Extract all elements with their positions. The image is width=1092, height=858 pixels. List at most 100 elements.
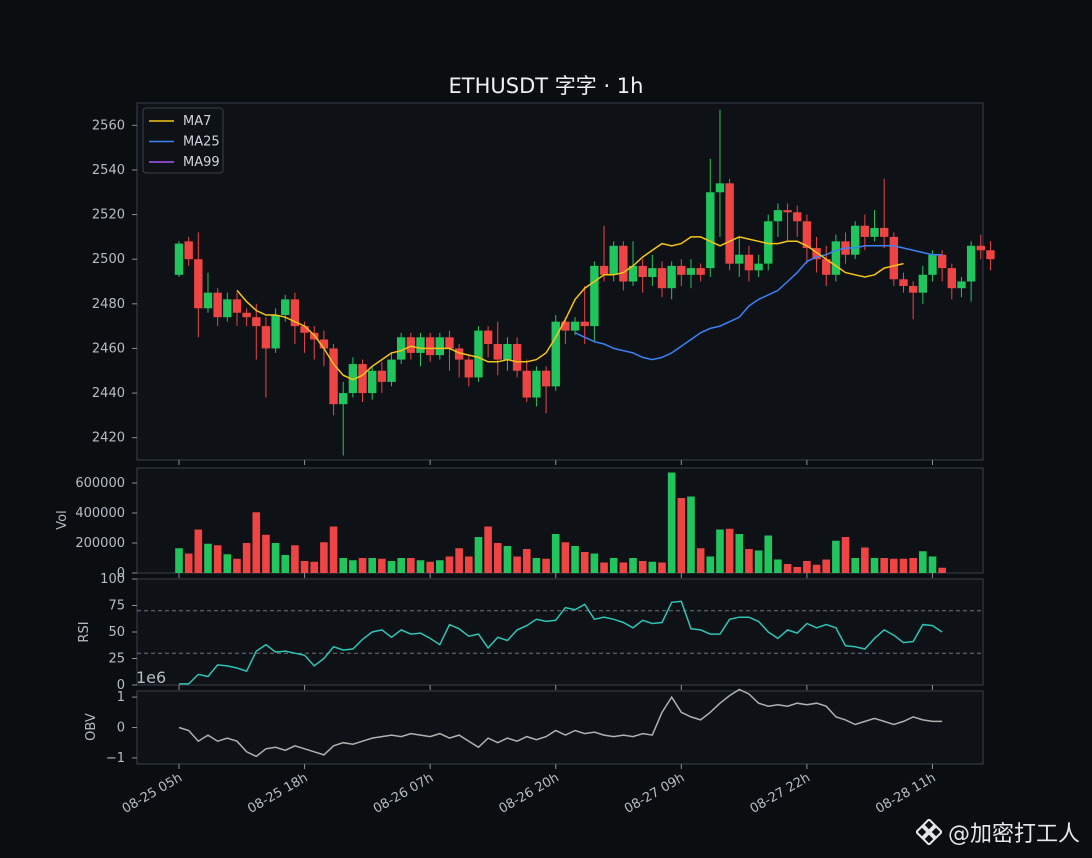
rsi-tick-label: 100 — [100, 572, 125, 587]
volume-bar — [455, 548, 463, 573]
volume-bar — [503, 546, 512, 573]
volume-bar — [571, 546, 579, 573]
candle-body — [928, 254, 937, 275]
volume-bar — [870, 558, 879, 573]
y-tick-label: 2460 — [92, 341, 125, 356]
volume-bar — [474, 537, 483, 573]
volume-bar — [300, 561, 309, 573]
volume-bar — [890, 558, 898, 573]
volume-bar — [291, 545, 299, 573]
x-tick-label: 08-26 20h — [496, 770, 561, 816]
volume-bar — [590, 553, 599, 573]
candle-body — [937, 254, 947, 269]
volume-bar — [542, 558, 550, 573]
candle-body — [203, 292, 213, 309]
volume-bar — [513, 556, 521, 573]
candle-body — [416, 337, 425, 353]
candle-body — [976, 245, 985, 251]
volume-bar — [899, 558, 908, 573]
candle-body — [860, 225, 870, 237]
candle-body — [425, 337, 435, 356]
volume-bar — [774, 559, 782, 573]
volume-bar — [378, 558, 386, 573]
volume-bar — [619, 562, 628, 573]
volume-bar — [667, 472, 676, 573]
candle-body — [213, 292, 222, 318]
y-tick-label: 2500 — [92, 252, 125, 267]
candle-body — [908, 285, 918, 293]
candle-body — [754, 263, 763, 271]
candle-body — [174, 243, 184, 275]
x-tick-label: 08-27 22h — [748, 770, 813, 816]
candle-body — [503, 343, 512, 360]
volume-bar — [484, 526, 492, 573]
candle-body — [445, 337, 454, 349]
volume-bar — [184, 553, 193, 573]
candle-body — [619, 245, 628, 282]
volume-bar — [745, 549, 753, 573]
candle-body — [889, 236, 899, 280]
candle-body — [870, 227, 879, 237]
volume-bar — [928, 556, 937, 573]
volume-bar — [561, 542, 570, 573]
candle-body — [599, 265, 609, 275]
volume-bar — [252, 512, 261, 573]
candle-body — [638, 265, 647, 278]
volume-bar — [175, 548, 183, 573]
volume-bar — [194, 529, 203, 573]
watermark-text: @加密打工人 — [947, 822, 1080, 847]
volume-bar — [880, 558, 888, 573]
volume-bar — [648, 561, 657, 573]
candle-body — [783, 210, 792, 213]
volume-bar — [629, 558, 637, 573]
volume-bar — [416, 560, 425, 573]
candle-body — [696, 268, 705, 275]
volume-bar — [281, 555, 290, 573]
volume-bar — [609, 558, 618, 573]
candle-body — [947, 268, 956, 289]
legend-entry-ma25: MA25 — [183, 135, 220, 150]
volume-bar — [600, 562, 608, 573]
volume-bar — [677, 498, 686, 573]
candle-body — [715, 183, 725, 193]
candle-body — [368, 370, 377, 394]
rsi-tick-label: 25 — [108, 652, 125, 667]
volume-bar — [358, 558, 367, 573]
volume-bar — [803, 561, 811, 573]
volume-bar — [445, 556, 454, 573]
candle-body — [281, 299, 290, 315]
volume-bar — [387, 561, 396, 573]
pane-frame-0 — [136, 102, 984, 461]
candle-body — [667, 265, 676, 289]
volume-bar — [204, 543, 212, 573]
volume-bar — [262, 534, 270, 573]
candle-body — [406, 337, 416, 353]
volume-bar — [407, 558, 415, 573]
candle-body — [744, 254, 754, 271]
rsi-tick-label: 50 — [108, 625, 125, 640]
candle-body — [396, 337, 406, 360]
candle-body — [899, 279, 908, 286]
volume-bar — [658, 562, 666, 573]
volume-bar — [271, 543, 280, 573]
volume-bar — [426, 561, 434, 573]
volume-bar — [233, 558, 241, 573]
obv-tick-label: 1 — [117, 690, 125, 705]
volume-bar — [793, 567, 802, 573]
candle-body — [435, 337, 445, 356]
vol-axis-label: Vol — [55, 510, 70, 529]
candle-body — [329, 348, 338, 405]
candle-body — [474, 330, 483, 378]
volume-bar — [223, 554, 232, 573]
volume-bar — [320, 542, 328, 573]
obv-tick-label: 0 — [117, 721, 125, 736]
candle-body — [957, 281, 966, 289]
x-tick-label: 08-26 07h — [371, 770, 436, 816]
x-tick-label: 08-28 11h — [873, 770, 938, 816]
volume-bar — [851, 558, 859, 573]
candle-body — [686, 268, 696, 275]
volume-bar — [329, 526, 338, 573]
binance-logo-icon — [915, 819, 942, 845]
candle-body — [609, 245, 618, 275]
candle-body — [706, 192, 715, 269]
